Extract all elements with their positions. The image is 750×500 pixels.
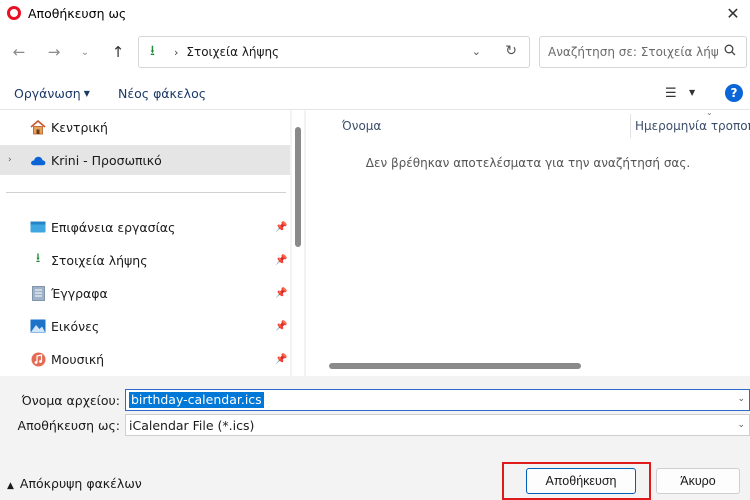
- sidebar-item-onedrive[interactable]: › Krini - Προσωπικό: [0, 145, 290, 175]
- sidebar-divider: [6, 192, 286, 193]
- sidebar-item-desktop[interactable]: Επιφάνεια εργασίας 📌: [0, 212, 290, 242]
- organize-menu[interactable]: Οργάνωση ▼: [14, 86, 90, 101]
- filetype-dropdown-chevron-icon[interactable]: ⌄: [737, 420, 745, 430]
- filetype-select[interactable]: iCalendar File (*.ics) ⌄: [125, 414, 750, 436]
- title-bar: Αποθήκευση ως ✕: [0, 0, 750, 26]
- sort-chevron-icon: ⌄: [706, 108, 713, 117]
- expand-chevron-icon[interactable]: ›: [8, 155, 12, 165]
- address-dropdown-chevron-icon[interactable]: ⌄: [472, 45, 481, 58]
- close-icon[interactable]: ✕: [716, 0, 750, 26]
- search-icon: [724, 44, 736, 59]
- horizontal-scrollbar-thumb[interactable]: [329, 363, 581, 369]
- organize-label: Οργάνωση: [14, 86, 81, 101]
- new-folder-button[interactable]: Νέος φάκελος: [118, 86, 206, 101]
- sidebar-item-label: Κεντρική: [51, 119, 108, 135]
- sidebar-item-label: Επιφάνεια εργασίας: [51, 219, 176, 235]
- pin-icon[interactable]: 📌: [275, 321, 287, 332]
- sidebar-item-label: Μουσική: [51, 351, 105, 367]
- address-bar[interactable]: ⭳ › Στοιχεία λήψης ⌄ ↻: [138, 36, 530, 68]
- sidebar-item-home[interactable]: Κεντρική: [0, 112, 290, 142]
- pictures-icon: [30, 318, 46, 334]
- caret-down-icon: ▼: [83, 89, 90, 98]
- column-divider[interactable]: [630, 114, 631, 138]
- file-list: Όνομα ⌄ Ημερομηνία τροποποίησης Δεν βρέθ…: [306, 108, 750, 376]
- filetype-value: iCalendar File (*.ics): [129, 418, 255, 433]
- sidebar-item-downloads[interactable]: ⭳ Στοιχεία λήψης 📌: [0, 245, 290, 275]
- sidebar-item-music[interactable]: Μουσική 📌: [0, 344, 290, 374]
- pin-icon[interactable]: 📌: [275, 354, 287, 365]
- desktop-icon: [30, 219, 46, 235]
- navigation-pane: Κεντρική › Krini - Προσωπικό Επιφάνεια ε…: [0, 110, 290, 376]
- documents-icon: [30, 285, 46, 301]
- breadcrumb-current[interactable]: Στοιχεία λήψης: [186, 45, 279, 59]
- save-fields: Όνομα αρχείου: birthday-calendar.ics ⌄ Α…: [0, 376, 750, 442]
- recent-locations-chevron-icon[interactable]: ⌄: [74, 41, 96, 63]
- pin-icon[interactable]: 📌: [275, 255, 287, 266]
- breadcrumb-separator-icon[interactable]: ›: [174, 46, 178, 59]
- opera-logo-icon: [7, 6, 21, 20]
- search-box[interactable]: Αναζήτηση σε: Στοιχεία λήψ...: [539, 36, 747, 68]
- forward-arrow-icon[interactable]: →: [43, 41, 65, 63]
- horizontal-scrollbar[interactable]: [306, 358, 750, 372]
- music-icon: [30, 351, 46, 367]
- sidebar-item-pictures[interactable]: Εικόνες 📌: [0, 311, 290, 341]
- filename-field[interactable]: birthday-calendar.ics ⌄: [125, 389, 750, 411]
- onedrive-cloud-icon: [30, 152, 46, 168]
- navigation-bar: ← → ⌄ ↑ ⭳ › Στοιχεία λήψης ⌄ ↻ Αναζήτηση…: [0, 26, 750, 78]
- command-toolbar: Οργάνωση ▼ Νέος φάκελος ☰ ▼ ?: [0, 78, 750, 110]
- column-header-date-modified[interactable]: Ημερομηνία τροποποίησης: [635, 119, 750, 133]
- sidebar-scrollbar-thumb[interactable]: [295, 127, 301, 247]
- empty-results-message: Δεν βρέθηκαν αποτελέσματα για την αναζήτ…: [365, 156, 691, 170]
- sidebar-item-label: Έγγραφα: [51, 285, 108, 301]
- help-icon[interactable]: ?: [725, 84, 743, 102]
- cancel-button[interactable]: Άκυρο: [656, 468, 740, 494]
- home-icon: [30, 119, 46, 135]
- hide-folders-toggle[interactable]: ▲ Απόκρυψη φακέλων: [7, 476, 142, 491]
- window-title: Αποθήκευση ως: [28, 5, 127, 21]
- sidebar-item-label: Krini - Προσωπικό: [51, 152, 162, 168]
- back-arrow-icon[interactable]: ←: [8, 41, 30, 63]
- hide-folders-label: Απόκρυψη φακέλων: [19, 476, 142, 491]
- filetype-label: Αποθήκευση ως:: [17, 418, 120, 433]
- save-button[interactable]: Αποθήκευση: [526, 468, 636, 494]
- sidebar-item-label: Εικόνες: [51, 318, 100, 334]
- download-icon: ⭳: [35, 251, 41, 266]
- search-input[interactable]: Αναζήτηση σε: Στοιχεία λήψ...: [548, 45, 718, 59]
- sidebar-item-label: Στοιχεία λήψης: [51, 252, 148, 268]
- column-header-name[interactable]: Όνομα: [342, 119, 381, 133]
- filename-label: Όνομα αρχείου:: [21, 393, 120, 408]
- up-arrow-icon[interactable]: ↑: [107, 41, 129, 63]
- filename-dropdown-chevron-icon[interactable]: ⌄: [737, 394, 745, 404]
- filename-value[interactable]: birthday-calendar.ics: [129, 392, 264, 408]
- sidebar-item-documents[interactable]: Έγγραφα 📌: [0, 278, 290, 308]
- sidebar-scrollbar[interactable]: [292, 110, 304, 376]
- view-options-icon[interactable]: ☰: [665, 86, 677, 101]
- pin-icon[interactable]: 📌: [275, 222, 287, 233]
- refresh-icon[interactable]: ↻: [505, 43, 517, 59]
- dialog-footer: ▲ Απόκρυψη φακέλων Αποθήκευση Άκυρο: [0, 442, 750, 500]
- view-caret-icon[interactable]: ▼: [689, 88, 695, 97]
- pin-icon[interactable]: 📌: [275, 288, 287, 299]
- download-icon: ⭳: [150, 43, 155, 59]
- caret-up-icon: ▲: [7, 481, 14, 491]
